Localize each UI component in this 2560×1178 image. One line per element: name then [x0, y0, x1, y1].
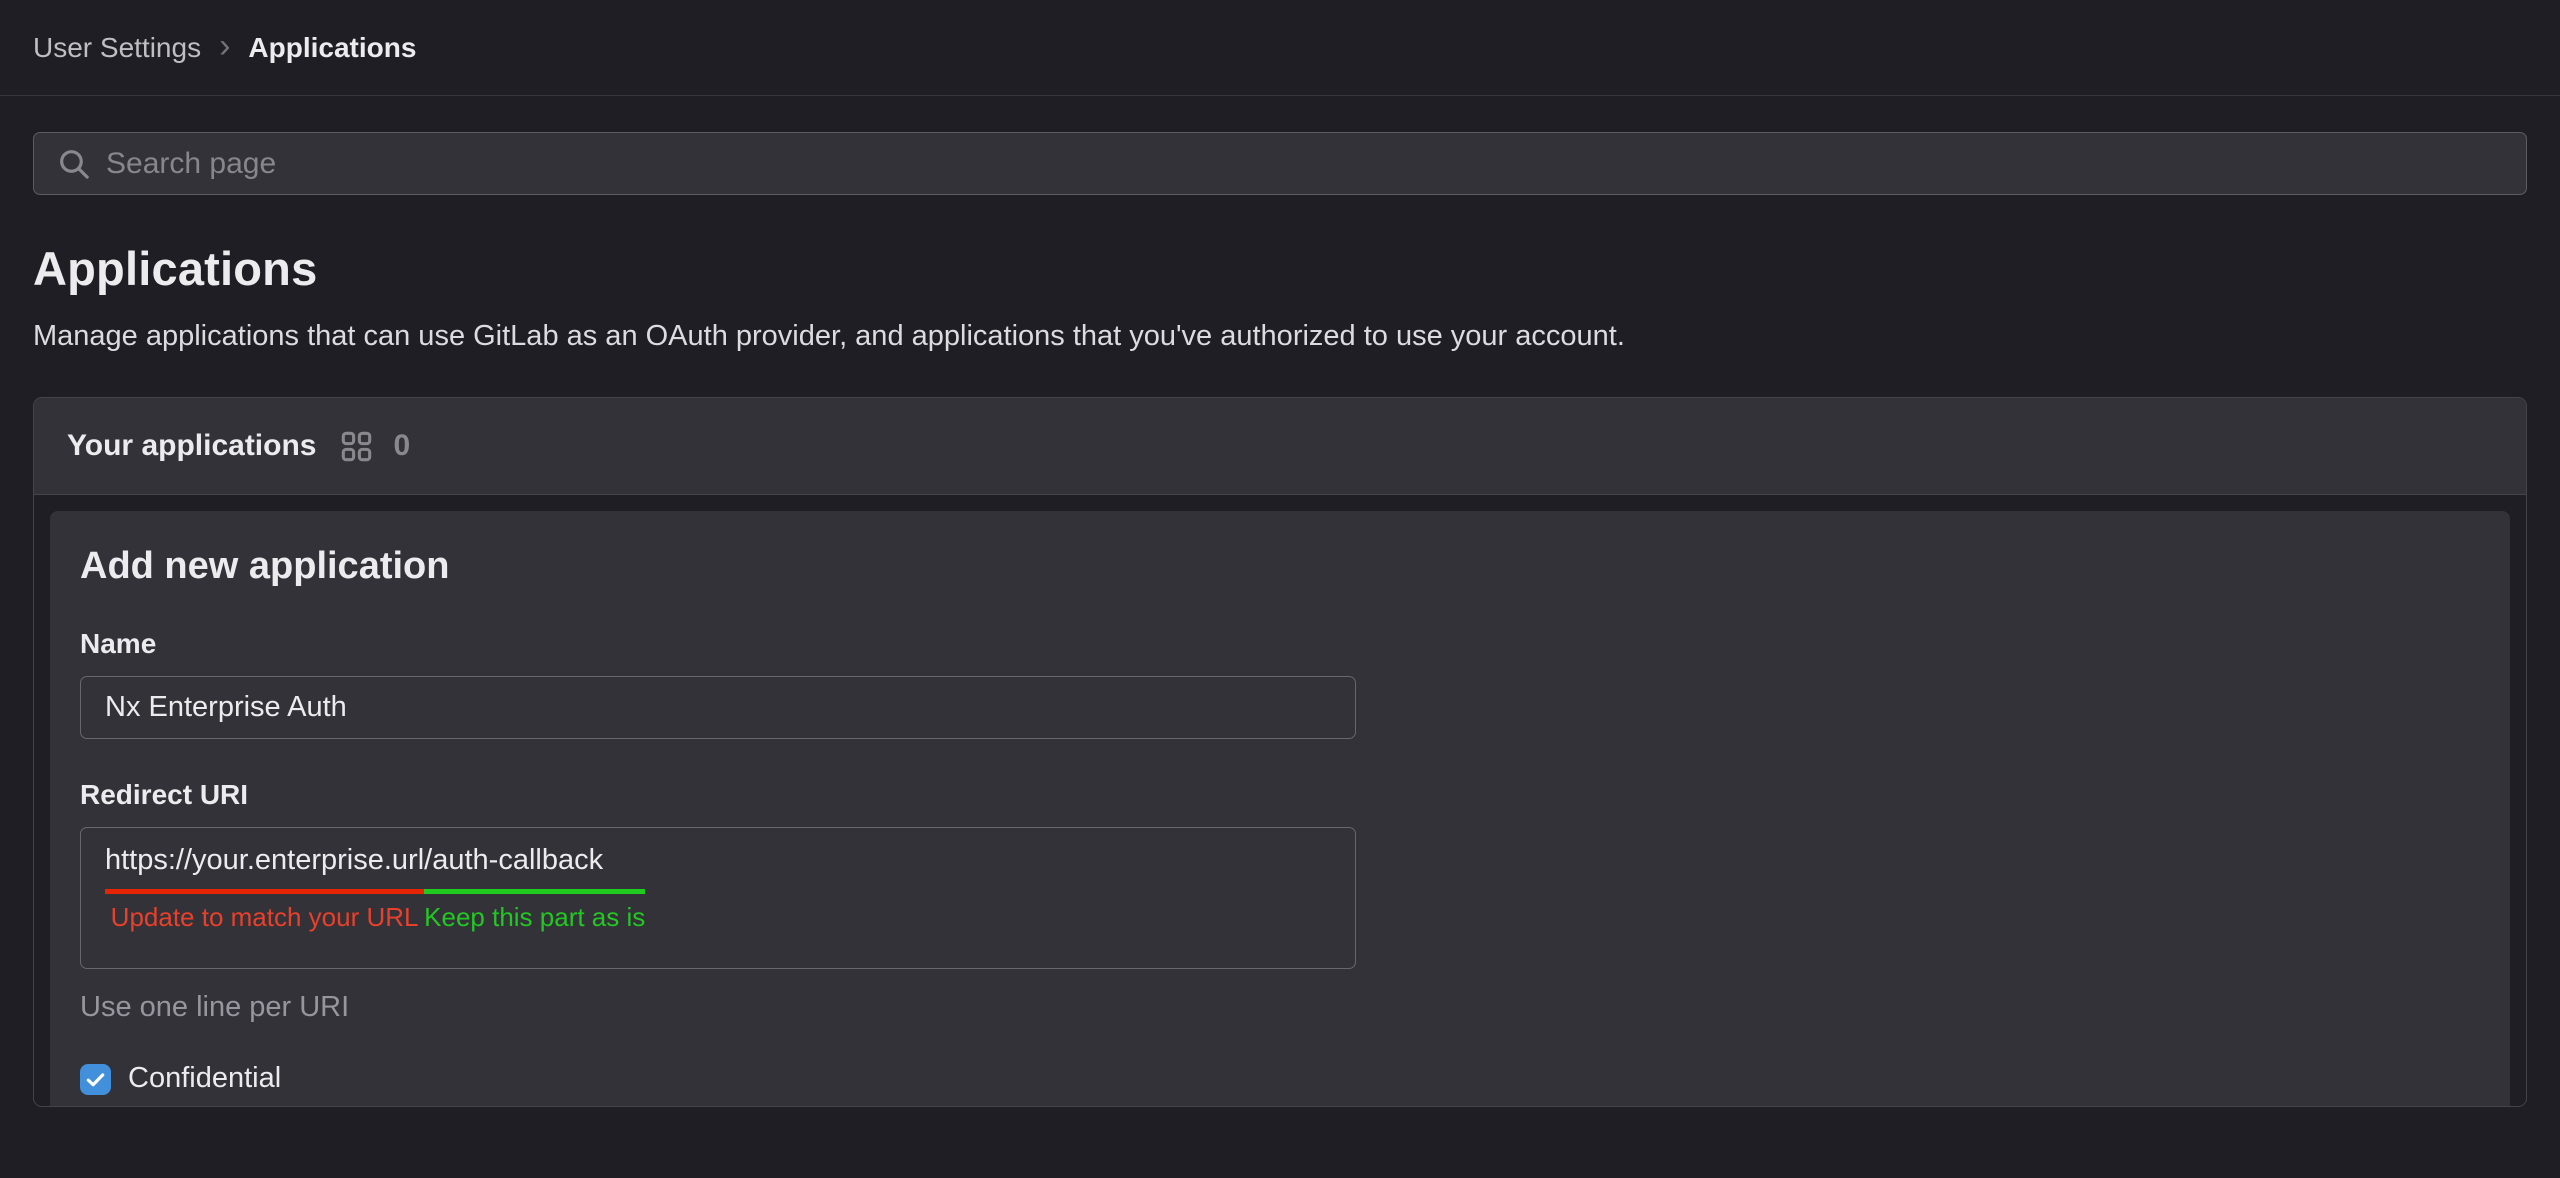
add-new-application-card: Add new application Name Redirect URI ht… [50, 511, 2510, 1107]
redirect-uri-host-part: https://your.enterprise.url [105, 844, 424, 894]
chevron-right-icon: › [219, 29, 230, 63]
panel-header: Your applications 0 [34, 398, 2526, 495]
redirect-uri-content: https://your.enterprise.url /auth-callba… [105, 844, 645, 933]
breadcrumb-user-settings[interactable]: User Settings [33, 32, 201, 64]
breadcrumb-bar: User Settings › Applications [0, 0, 2560, 96]
page-search [33, 132, 2527, 195]
panel-body: Add new application Name Redirect URI ht… [34, 495, 2526, 1107]
name-label: Name [80, 628, 2480, 660]
confidential-help: Enable only for confidential application… [128, 1101, 1368, 1107]
confidential-row: Confidential [80, 1062, 2480, 1095]
panel-title: Your applications [67, 429, 316, 463]
page-description: Manage applications that can use GitLab … [33, 320, 2527, 353]
annotation-update-url: Update to match your URL [111, 902, 419, 933]
redirect-uri-label: Redirect URI [80, 779, 2480, 811]
form-title: Add new application [80, 545, 2480, 588]
confidential-label[interactable]: Confidential [128, 1062, 281, 1095]
breadcrumb-applications[interactable]: Applications [248, 32, 416, 64]
application-name-input[interactable] [80, 676, 1356, 739]
redirect-uri-textarea[interactable]: https://your.enterprise.url /auth-callba… [80, 827, 1356, 969]
checkmark-icon [85, 1069, 106, 1090]
confidential-checkbox[interactable] [80, 1064, 111, 1095]
applications-grid-icon [340, 430, 373, 463]
applications-count-badge: 0 [393, 429, 410, 463]
redirect-uri-help: Use one line per URI [80, 991, 2480, 1024]
main-content: Applications Manage applications that ca… [0, 132, 2560, 1107]
your-applications-panel: Your applications 0 Add new application … [33, 397, 2527, 1107]
redirect-uri-path-part: /auth-callback [424, 844, 645, 894]
annotation-keep-part: Keep this part as is [424, 902, 645, 933]
search-input[interactable] [33, 132, 2527, 195]
page-title: Applications [33, 241, 2527, 296]
